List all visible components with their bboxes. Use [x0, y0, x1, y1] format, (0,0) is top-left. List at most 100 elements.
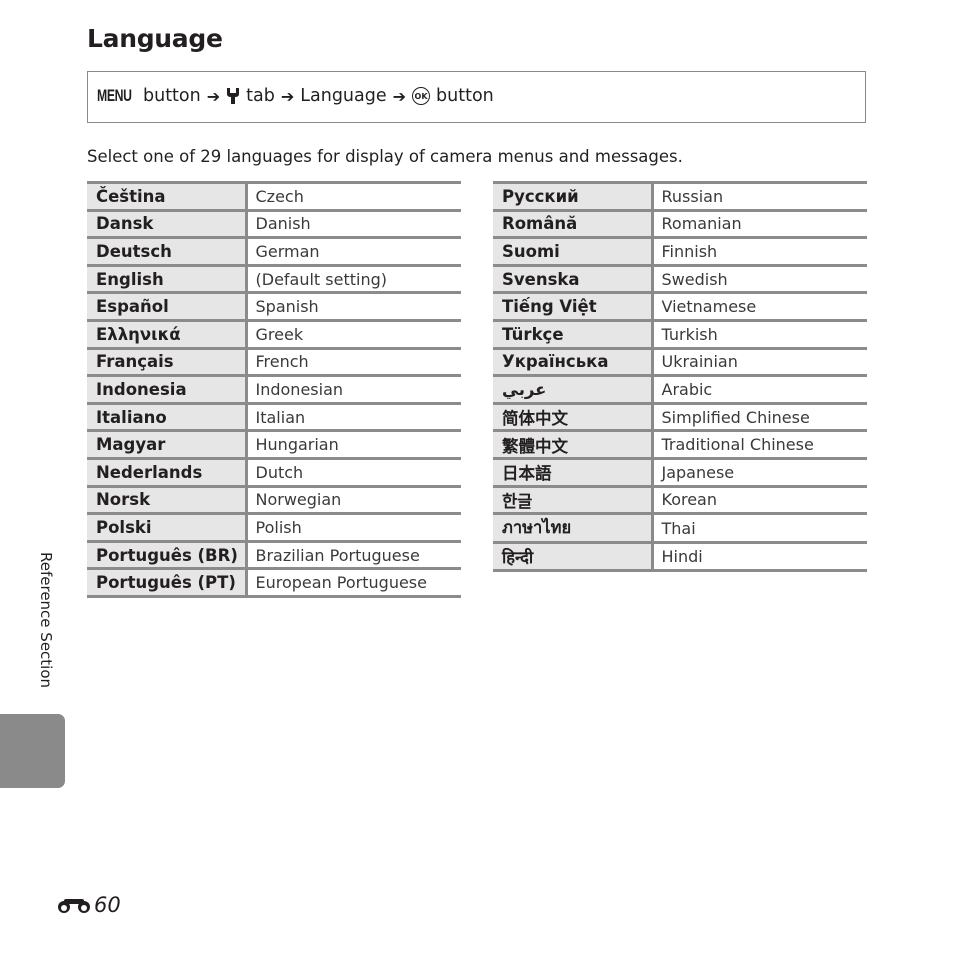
native-language-name: Tiếng Việt: [493, 291, 654, 322]
english-language-name: European Portuguese: [246, 567, 461, 598]
native-language-name: Deutsch: [87, 236, 248, 267]
native-language-name: Italiano: [87, 401, 248, 433]
native-language-name: Indonesia: [87, 374, 248, 405]
native-language-name: Español: [87, 291, 248, 322]
language-row: हिन्दी Hindi: [493, 541, 867, 572]
page-number-text: 60: [94, 893, 121, 917]
nav-step-language: Language: [300, 86, 387, 106]
english-language-name: Spanish: [246, 291, 461, 322]
native-language-name: Română: [493, 208, 654, 240]
native-language-name: Dansk: [87, 208, 248, 240]
nav-step-tab: tab: [246, 86, 275, 106]
english-language-name: Simplified Chinese: [652, 401, 867, 433]
native-language-name: 한글: [493, 484, 654, 516]
arrow-right-icon: ➔: [280, 86, 295, 106]
english-language-name: Russian: [652, 181, 867, 212]
language-row: English (Default setting): [87, 263, 461, 295]
native-language-name: عربي: [493, 374, 654, 405]
english-language-name: French: [246, 346, 461, 378]
native-language-name: Português (BR): [87, 539, 248, 571]
language-row: Español Spanish: [87, 291, 461, 322]
language-row: Indonesia Indonesian: [87, 374, 461, 405]
native-language-name: 日本語: [493, 456, 654, 488]
language-row: 한글 Korean: [493, 484, 867, 516]
navigation-path: MENU button ➔ tab ➔ Language ➔ OK button: [97, 86, 494, 106]
language-row: 繁體中文 Traditional Chinese: [493, 429, 867, 460]
english-language-name: Greek: [246, 318, 461, 350]
language-row: 简体中文 Simplified Chinese: [493, 401, 867, 433]
ok-button-icon: OK: [412, 87, 431, 105]
english-language-name: Vietnamese: [652, 291, 867, 322]
native-language-name: Türkçe: [493, 318, 654, 350]
english-language-name: Korean: [652, 484, 867, 516]
language-row: Français French: [87, 346, 461, 378]
language-row: Italiano Italian: [87, 401, 461, 433]
language-row: Deutsch German: [87, 236, 461, 267]
nav-step-ok-button: button: [436, 86, 494, 106]
native-language-name: ภาษาไทย: [493, 512, 654, 545]
english-language-name: Swedish: [652, 263, 867, 295]
english-language-name: (Default setting): [246, 263, 461, 295]
native-language-name: Українська: [493, 346, 654, 378]
english-language-name: Finnish: [652, 236, 867, 267]
language-row: 日本語 Japanese: [493, 456, 867, 488]
page-title: Language: [87, 24, 223, 53]
language-row: Русский Russian: [493, 181, 867, 212]
language-row: Türkçe Turkish: [493, 318, 867, 350]
language-table-right: Русский Russian Română Romanian Suomi Finnish…: [493, 181, 867, 572]
english-language-name: Danish: [246, 208, 461, 240]
language-row: ภาษาไทย Thai: [493, 512, 867, 545]
english-language-name: Polish: [246, 512, 461, 543]
language-row: Suomi Finnish: [493, 236, 867, 267]
english-language-name: Hindi: [652, 541, 867, 572]
language-row: Українська Ukrainian: [493, 346, 867, 378]
language-row: Nederlands Dutch: [87, 456, 461, 488]
english-language-name: Ukrainian: [652, 346, 867, 378]
native-language-name: Norsk: [87, 484, 248, 516]
page-number: 60: [56, 893, 121, 917]
native-language-name: Ελληνικά: [87, 318, 248, 350]
language-row: Português (PT) European Portuguese: [87, 567, 461, 598]
navigation-path-box: MENU button ➔ tab ➔ Language ➔ OK button: [87, 71, 866, 123]
english-language-name: Thai: [652, 512, 867, 545]
arrow-right-icon: ➔: [206, 86, 221, 106]
native-language-name: Svenska: [493, 263, 654, 295]
native-language-name: Français: [87, 346, 248, 378]
native-language-name: Čeština: [87, 181, 248, 212]
menu-button-icon: MENU: [97, 86, 132, 105]
english-language-name: Turkish: [652, 318, 867, 350]
native-language-name: Português (PT): [87, 567, 248, 598]
setup-wrench-icon: [227, 88, 240, 104]
section-side-label: Reference Section: [37, 552, 55, 689]
language-row: عربي Arabic: [493, 374, 867, 405]
language-row: Română Romanian: [493, 208, 867, 240]
english-language-name: Norwegian: [246, 484, 461, 516]
native-language-name: Русский: [493, 181, 654, 212]
language-table-left: Čeština Czech Dansk Danish Deutsch German Engl…: [87, 181, 461, 598]
arrow-right-icon: ➔: [392, 86, 407, 106]
language-row: Magyar Hungarian: [87, 429, 461, 460]
english-language-name: Dutch: [246, 456, 461, 488]
language-row: Čeština Czech: [87, 181, 461, 212]
native-language-name: 繁體中文: [493, 429, 654, 460]
language-row: Polski Polish: [87, 512, 461, 543]
native-language-name: हिन्दी: [493, 541, 654, 572]
english-language-name: Indonesian: [246, 374, 461, 405]
section-thumb-tab: [0, 714, 65, 788]
language-row: Dansk Danish: [87, 208, 461, 240]
nav-step-button: button: [143, 86, 201, 106]
language-row: Norsk Norwegian: [87, 484, 461, 516]
language-row: Tiếng Việt Vietnamese: [493, 291, 867, 322]
native-language-name: Polski: [87, 512, 248, 543]
language-row: Português (BR) Brazilian Portuguese: [87, 539, 461, 571]
english-language-name: Italian: [246, 401, 461, 433]
english-language-name: Japanese: [652, 456, 867, 488]
language-row: Svenska Swedish: [493, 263, 867, 295]
native-language-name: 简体中文: [493, 401, 654, 433]
language-row: Ελληνικά Greek: [87, 318, 461, 350]
binoculars-icon: [58, 899, 90, 913]
english-language-name: German: [246, 236, 461, 267]
intro-text: Select one of 29 languages for display o…: [87, 147, 683, 166]
native-language-name: English: [87, 263, 248, 295]
english-language-name: Brazilian Portuguese: [246, 539, 461, 571]
